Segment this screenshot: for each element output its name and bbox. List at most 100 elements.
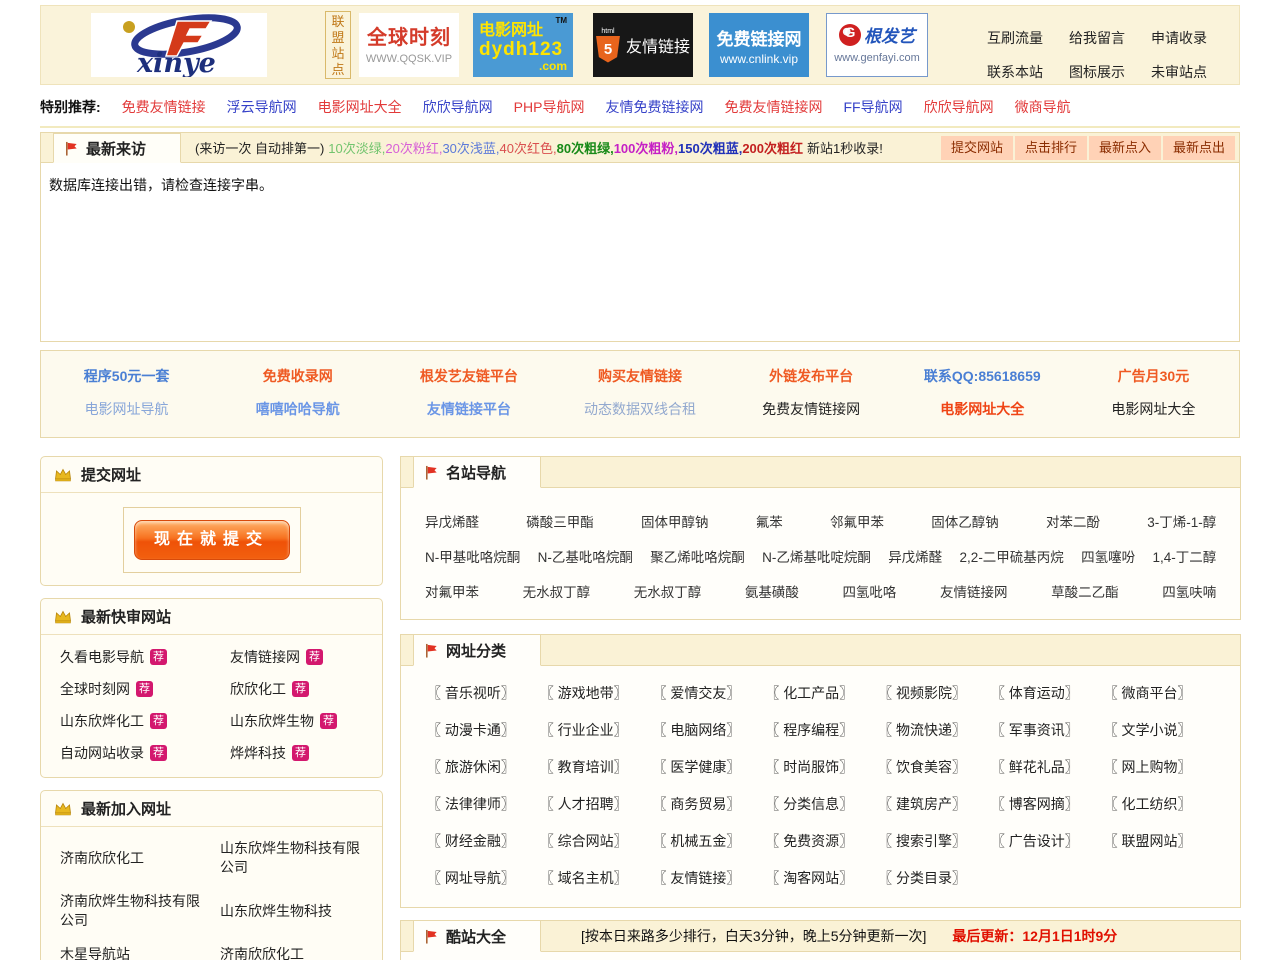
famous-site-link[interactable]: 异戊烯醛 xyxy=(888,546,942,566)
banner-html5-links[interactable]: html 5 友情链接 xyxy=(593,13,693,77)
category-link[interactable]: 〖 程序编程〗 xyxy=(765,720,878,740)
tab-categories[interactable]: 网址分类 xyxy=(413,634,541,666)
category-link[interactable]: 〖 财经金融〗 xyxy=(427,831,540,851)
famous-site-link[interactable]: 聚乙烯吡咯烷酮 xyxy=(650,546,745,566)
fast-review-item[interactable]: 烨烨科技 荐 xyxy=(230,743,374,763)
fast-review-item[interactable]: 山东欣烨生物 荐 xyxy=(230,711,374,731)
category-link[interactable]: 〖 博客网摘〗 xyxy=(991,794,1104,814)
category-link[interactable]: 〖 搜索引擎〗 xyxy=(878,831,991,851)
category-link[interactable]: 〖 微商平台〗 xyxy=(1104,683,1217,703)
category-link[interactable]: 〖 时尚服饰〗 xyxy=(765,757,878,777)
category-link[interactable]: 〖 军事资讯〗 xyxy=(991,720,1104,740)
banner-dydh123[interactable]: 电影网址TM dydh123 .com xyxy=(473,13,573,77)
promo-link[interactable]: 根发艺友链平台 xyxy=(383,366,554,386)
promo-link[interactable]: 购买友情链接 xyxy=(554,366,725,386)
recommend-link[interactable]: 免费友情链接网 xyxy=(724,97,822,117)
category-link[interactable]: 〖 文学小说〗 xyxy=(1104,720,1217,740)
banner-cnlink[interactable]: 免费链接网 www.cnlink.vip xyxy=(709,13,809,77)
recommend-link[interactable]: 欣欣导航网 xyxy=(423,97,493,117)
recommend-link[interactable]: 友情免费链接网 xyxy=(605,97,703,117)
category-link[interactable]: 〖 法律律师〗 xyxy=(427,794,540,814)
header-link[interactable]: 申请收录 xyxy=(1151,28,1207,48)
famous-site-link[interactable]: 邻氟甲苯 xyxy=(830,511,884,531)
category-link[interactable]: 〖 饮食美容〗 xyxy=(878,757,991,777)
latest-added-item[interactable]: 济南欣欣化工 xyxy=(220,945,368,960)
promo-link[interactable]: 动态数据双线合租 xyxy=(554,399,725,419)
latest-added-item[interactable]: 木星导航站 xyxy=(60,945,212,960)
category-link[interactable]: 〖 旅游休闲〗 xyxy=(427,757,540,777)
famous-site-link[interactable]: 2,2-二甲硫基丙烷 xyxy=(960,546,1064,566)
promo-link[interactable]: 联系QQ:85618659 xyxy=(897,366,1068,386)
category-link[interactable]: 〖 网上购物〗 xyxy=(1104,757,1217,777)
banner-genfayi[interactable]: G 根发艺 www.genfayi.com xyxy=(826,13,928,77)
category-link[interactable]: 〖 人才招聘〗 xyxy=(540,794,653,814)
category-link[interactable]: 〖 商务贸易〗 xyxy=(653,794,766,814)
visitors-button[interactable]: 提交网站 xyxy=(941,136,1013,160)
tab-latest-visitors[interactable]: 最新来访 xyxy=(53,133,181,163)
category-link[interactable]: 〖 机械五金〗 xyxy=(653,831,766,851)
site-logo[interactable]: xinye xyxy=(91,13,267,77)
category-link[interactable]: 〖 网址导航〗 xyxy=(427,868,540,888)
visitors-button[interactable]: 最新点入 xyxy=(1089,136,1161,160)
promo-link[interactable]: 外链发布平台 xyxy=(726,366,897,386)
recommend-link[interactable]: 免费友情链接 xyxy=(122,97,206,117)
fast-review-item[interactable]: 山东欣烨化工 荐 xyxy=(60,711,230,731)
category-link[interactable]: 〖 鲜花礼品〗 xyxy=(991,757,1104,777)
header-link[interactable]: 联系本站 xyxy=(987,62,1043,82)
category-link[interactable]: 〖 电脑网络〗 xyxy=(653,720,766,740)
famous-site-link[interactable]: N-乙烯基吡啶烷酮 xyxy=(762,546,871,566)
promo-link[interactable]: 广告月30元 xyxy=(1068,366,1239,386)
category-link[interactable]: 〖 行业企业〗 xyxy=(540,720,653,740)
famous-site-link[interactable]: 对氟甲苯 xyxy=(425,581,479,601)
famous-site-link[interactable]: 四氢噻吩 xyxy=(1081,546,1135,566)
category-link[interactable]: 〖 化工纺织〗 xyxy=(1104,794,1217,814)
famous-site-link[interactable]: 对苯二酚 xyxy=(1046,511,1100,531)
recommend-link[interactable]: 微商导航 xyxy=(1015,97,1071,117)
category-link[interactable]: 〖 游戏地带〗 xyxy=(540,683,653,703)
header-link[interactable]: 给我留言 xyxy=(1069,28,1125,48)
promo-link[interactable]: 友情链接平台 xyxy=(383,399,554,419)
category-link[interactable]: 〖 动漫卡通〗 xyxy=(427,720,540,740)
tab-cool-sites[interactable]: 酷站大全 xyxy=(413,920,541,952)
category-link[interactable]: 〖 淘客网站〗 xyxy=(765,868,878,888)
famous-site-link[interactable]: 1,4-丁二醇 xyxy=(1153,546,1217,566)
category-link[interactable]: 〖 音乐视听〗 xyxy=(427,683,540,703)
category-link[interactable]: 〖 爱情交友〗 xyxy=(653,683,766,703)
header-link[interactable]: 图标展示 xyxy=(1069,62,1125,82)
fast-review-item[interactable]: 欣欣化工 荐 xyxy=(230,679,374,699)
category-link[interactable]: 〖 综合网站〗 xyxy=(540,831,653,851)
latest-added-item[interactable]: 山东欣烨生物科技 xyxy=(220,902,368,921)
promo-link[interactable]: 电影网址大全 xyxy=(897,399,1068,419)
latest-added-item[interactable]: 山东欣烨生物科技有限公司 xyxy=(220,839,368,877)
promo-link[interactable]: 免费友情链接网 xyxy=(726,399,897,419)
fast-review-item[interactable]: 久看电影导航 荐 xyxy=(60,647,230,667)
recommend-link[interactable]: FF导航网 xyxy=(843,97,902,117)
famous-site-link[interactable]: N-乙基吡咯烷酮 xyxy=(538,546,633,566)
promo-link[interactable]: 电影网址大全 xyxy=(1068,399,1239,419)
visitors-button[interactable]: 点击排行 xyxy=(1015,136,1087,160)
category-link[interactable]: 〖 免费资源〗 xyxy=(765,831,878,851)
famous-site-link[interactable]: 氨基磺酸 xyxy=(745,581,799,601)
category-link[interactable]: 〖 联盟网站〗 xyxy=(1104,831,1217,851)
famous-site-link[interactable]: 固体乙醇钠 xyxy=(931,511,999,531)
header-link[interactable]: 未审站点 xyxy=(1151,62,1207,82)
famous-site-link[interactable]: 氟苯 xyxy=(756,511,783,531)
famous-site-link[interactable]: 3-丁烯-1-醇 xyxy=(1147,511,1216,531)
tab-famous-sites[interactable]: 名站导航 xyxy=(413,456,541,488)
promo-link[interactable]: 电影网址导航 xyxy=(41,399,212,419)
promo-link[interactable]: 免费收录网 xyxy=(212,366,383,386)
header-link[interactable]: 互刷流量 xyxy=(987,28,1043,48)
famous-site-link[interactable]: 固体甲醇钠 xyxy=(641,511,709,531)
category-link[interactable]: 〖 教育培训〗 xyxy=(540,757,653,777)
famous-site-link[interactable]: 草酸二乙酯 xyxy=(1051,581,1119,601)
fast-review-item[interactable]: 自动网站收录 荐 xyxy=(60,743,230,763)
promo-link[interactable]: 嘻嘻哈哈导航 xyxy=(212,399,383,419)
famous-site-link[interactable]: 异戊烯醛 xyxy=(425,511,479,531)
category-link[interactable]: 〖 体育运动〗 xyxy=(991,683,1104,703)
fast-review-item[interactable]: 全球时刻网 荐 xyxy=(60,679,230,699)
famous-site-link[interactable]: 磷酸三甲酯 xyxy=(526,511,594,531)
famous-site-link[interactable]: 四氢吡咯 xyxy=(842,581,896,601)
recommend-link[interactable]: PHP导航网 xyxy=(514,97,585,117)
category-link[interactable]: 〖 化工产品〗 xyxy=(765,683,878,703)
recommend-link[interactable]: 浮云导航网 xyxy=(227,97,297,117)
